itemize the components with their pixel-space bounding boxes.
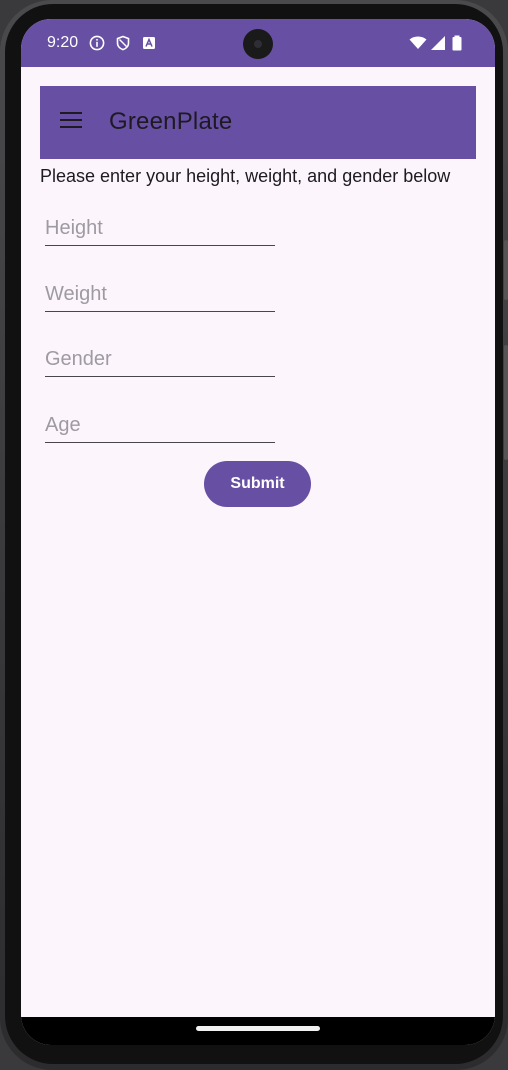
phone-bezel: 9:20 GreenPlate Please enter your height… — [5, 4, 503, 1064]
hamburger-menu-icon[interactable] — [60, 112, 82, 130]
weight-field[interactable] — [45, 277, 275, 312]
instruction-text: Please enter your height, weight, and ge… — [40, 166, 451, 186]
submit-button[interactable]: Submit — [204, 461, 311, 507]
gender-field[interactable] — [45, 342, 275, 377]
age-field[interactable] — [45, 408, 275, 443]
signal-icon — [431, 36, 445, 50]
wifi-icon — [409, 36, 427, 49]
phone-frame: 9:20 GreenPlate Please enter your height… — [0, 0, 508, 1070]
status-time: 9:20 — [47, 34, 79, 51]
navigation-bar — [21, 1017, 495, 1045]
gender-input[interactable] — [45, 342, 275, 376]
app-title: GreenPlate — [109, 108, 233, 135]
screen: 9:20 GreenPlate Please enter your height… — [21, 19, 495, 1045]
battery-icon — [452, 35, 462, 51]
power-button — [504, 240, 508, 300]
info-icon — [89, 35, 105, 51]
shield-icon — [116, 35, 130, 51]
a-notification-icon — [143, 37, 155, 49]
height-field[interactable] — [45, 211, 275, 246]
home-indicator[interactable] — [196, 1026, 320, 1031]
status-bar: 9:20 — [21, 19, 495, 67]
height-input[interactable] — [45, 211, 275, 245]
volume-button — [504, 345, 508, 460]
front-camera — [243, 29, 273, 59]
app-bar: GreenPlate — [40, 86, 476, 159]
weight-input[interactable] — [45, 277, 275, 311]
age-input[interactable] — [45, 408, 275, 442]
